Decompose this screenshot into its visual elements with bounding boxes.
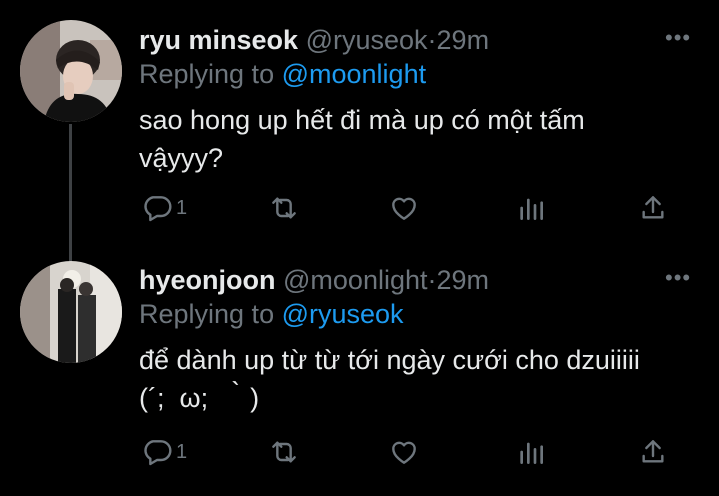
mention-link[interactable]: @ryuseok [282,299,404,329]
replying-to-line: Replying to @ryuseok [139,298,404,330]
reply-count: 1 [176,440,188,463]
replying-to-label: Replying to [139,299,275,329]
user-handle[interactable]: @ryuseok [306,25,428,55]
user-handle[interactable]: @moonlight [283,265,427,295]
reply-button[interactable]: 1 [141,436,187,468]
reply-icon [144,440,172,466]
separator-dot: · [427,265,437,295]
analytics-button[interactable] [515,436,547,468]
share-icon [642,196,664,219]
more-options-button[interactable]: ••• [665,267,691,289]
tweet-text: sao hong up hết đi mà up có một tấm vậyy… [139,105,585,173]
avatar[interactable] [20,20,122,122]
timestamp[interactable]: 29m [437,265,490,295]
retweet-button[interactable] [268,436,300,468]
replying-to-label: Replying to [139,59,275,89]
replying-to-line: Replying to @moonlight [139,58,426,90]
mention-link[interactable]: @moonlight [282,59,426,89]
like-button[interactable] [388,436,420,468]
display-name[interactable]: ryu minseok [139,25,298,55]
more-options-button[interactable]: ••• [665,27,691,49]
tweet-header: hyeonjoon @moonlight·29m [139,264,489,296]
retweet-button[interactable] [268,192,300,224]
tweet-text: để dành up từ từ tới ngày cưới cho dzuii… [139,345,640,413]
avatar[interactable] [20,261,122,363]
like-icon [392,197,416,220]
timestamp[interactable]: 29m [437,25,490,55]
share-button[interactable] [637,436,669,468]
retweet-icon [272,441,296,463]
analytics-icon [520,442,543,464]
analytics-button[interactable] [515,192,547,224]
share-icon [642,440,664,463]
reply-icon [144,196,172,222]
like-icon [392,441,416,464]
reply-button[interactable]: 1 [141,192,187,224]
tweet-actions: 1 [0,192,719,232]
retweet-icon [272,197,296,219]
like-button[interactable] [388,192,420,224]
analytics-icon [520,198,543,220]
share-button[interactable] [637,192,669,224]
reply-count: 1 [176,196,188,219]
tweet-header: ryu minseok @ryuseok·29m [139,24,489,56]
display-name[interactable]: hyeonjoon [139,265,276,295]
tweet-actions: 1 [0,436,719,476]
separator-dot: · [427,25,437,55]
